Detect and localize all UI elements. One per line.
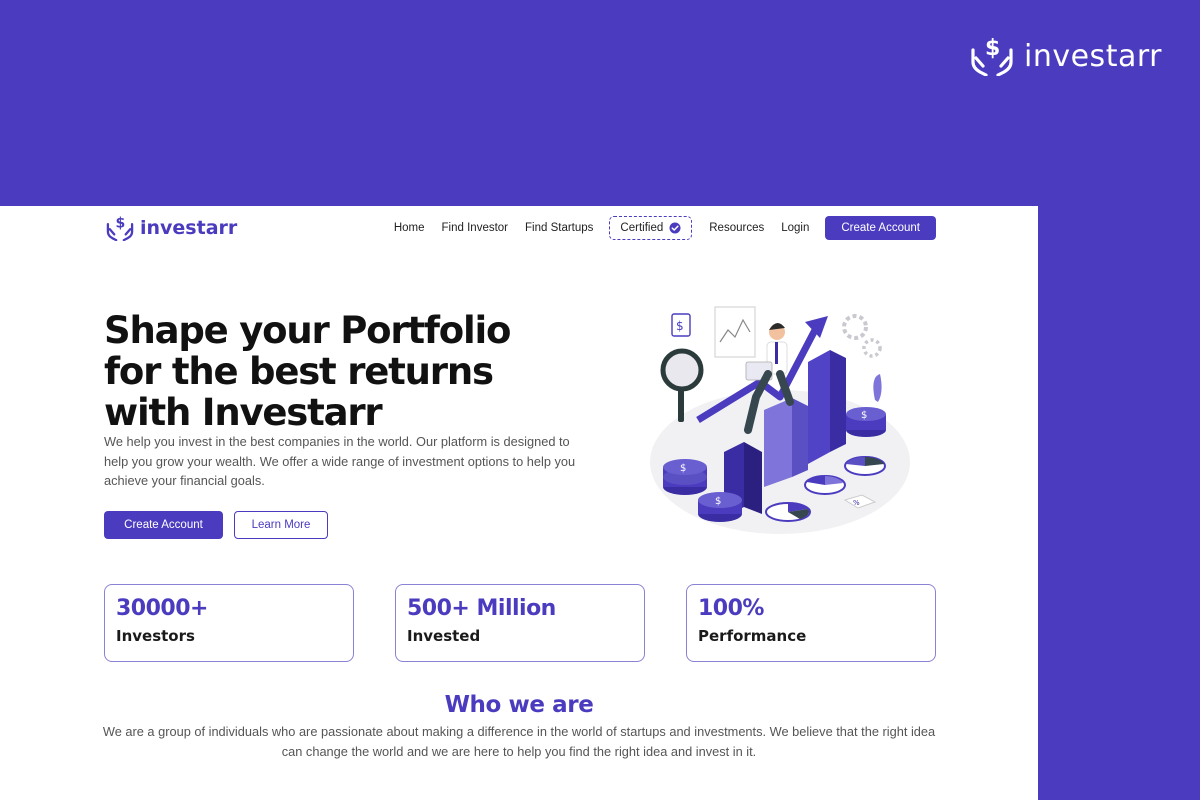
nav-link-home[interactable]: Home: [394, 222, 425, 234]
nav-link-login[interactable]: Login: [781, 222, 809, 234]
svg-text:$: $: [676, 319, 684, 333]
verified-check-icon: [669, 222, 681, 234]
stat-value: 500+ Million: [407, 596, 556, 621]
svg-text:%: %: [853, 499, 860, 507]
stats-row: 30000+ Investors 500+ Million Invested 1…: [104, 584, 936, 662]
svg-text:$: $: [715, 496, 721, 507]
nav-brand-name: investarr: [140, 217, 238, 239]
hands-dollar-icon: $: [106, 215, 134, 241]
learn-more-button[interactable]: Learn More: [234, 511, 328, 539]
nav-link-find-investor[interactable]: Find Investor: [442, 222, 508, 234]
hands-dollar-icon: $: [971, 36, 1013, 76]
stat-card-invested: 500+ Million Invested: [395, 584, 645, 662]
hero-title-line-1: Shape your Portfolio: [104, 309, 511, 352]
stat-value: 30000+: [116, 596, 208, 621]
brand-name: investarr: [1024, 38, 1162, 74]
svg-text:$: $: [985, 36, 1000, 61]
nav-certified-button[interactable]: Certified: [609, 216, 693, 240]
hero-description: We help you invest in the best companies…: [104, 434, 576, 488]
svg-text:$: $: [861, 410, 867, 421]
nav-link-find-startups[interactable]: Find Startups: [525, 222, 593, 234]
stat-label: Invested: [407, 627, 481, 645]
website-page: $ investarr Home Find Investor Find Star…: [0, 206, 1038, 800]
stat-label: Investors: [116, 627, 195, 645]
stat-label: Performance: [698, 627, 807, 645]
svg-text:$: $: [680, 463, 686, 474]
stat-card-performance: 100% Performance: [686, 584, 936, 662]
svg-text:$: $: [116, 215, 126, 231]
investment-illustration: $ $ $ $ %: [650, 306, 910, 534]
nav-logo[interactable]: $ investarr: [106, 215, 237, 241]
who-we-are-description: We are a group of individuals who are pa…: [102, 724, 936, 759]
certified-label: Certified: [620, 222, 664, 234]
nav-links: Home Find Investor Find Startups Certifi…: [377, 216, 936, 240]
header-brand-logo: $ investarr: [970, 36, 1162, 76]
stat-card-investors: 30000+ Investors: [104, 584, 354, 662]
hero-buttons: Create Account Learn More: [104, 511, 328, 539]
nav-create-account-button[interactable]: Create Account: [825, 216, 936, 240]
navbar: $ investarr Home Find Investor Find Star…: [106, 214, 936, 242]
hero-title-line-2: for the best returns: [104, 350, 494, 393]
hero-title-line-3: with Investarr: [104, 391, 383, 434]
hero-title: Shape your Portfolio for the best return…: [104, 310, 584, 433]
nav-link-resources[interactable]: Resources: [709, 222, 764, 234]
stat-value: 100%: [698, 596, 764, 621]
create-account-button[interactable]: Create Account: [104, 511, 223, 539]
who-we-are-title: Who we are: [444, 692, 594, 718]
